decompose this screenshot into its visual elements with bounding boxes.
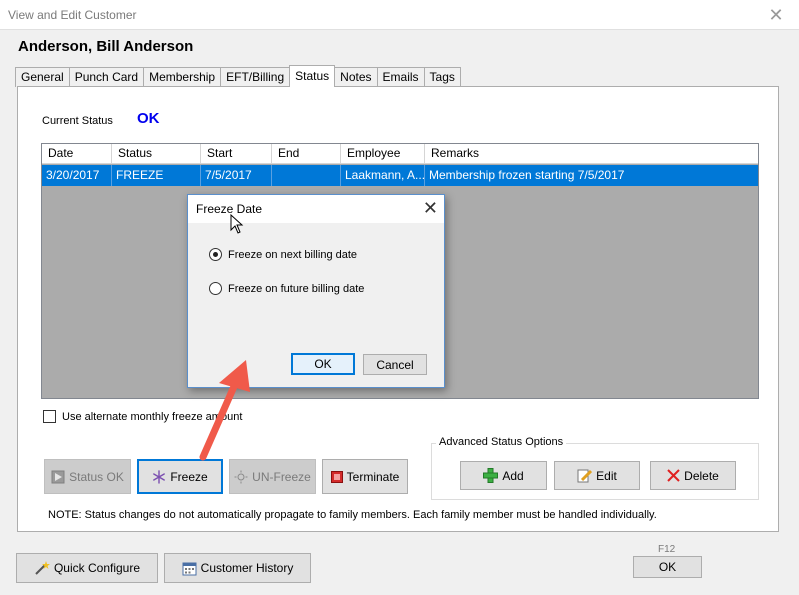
table-row[interactable]: 3/20/2017 FREEZE 7/5/2017 Laakmann, A...… [42,165,758,186]
customer-name: Anderson, Bill Anderson [18,38,194,55]
current-status-value: OK [137,110,160,127]
tab-strip: General Punch Card Membership EFT/Billin… [15,65,461,87]
cell-date: 3/20/2017 [42,165,112,186]
tab-emails[interactable]: Emails [376,67,425,87]
cell-end [272,165,341,186]
freeze-next-billing-label: Freeze on next billing date [228,248,358,261]
wand-icon [34,560,50,576]
add-button[interactable]: Add [460,461,547,490]
x-icon [667,469,680,482]
delete-button[interactable]: Delete [650,461,736,490]
terminate-label: Terminate [346,469,400,484]
dialog-close-icon[interactable]: ✕ [423,198,438,219]
pencil-icon [577,468,593,483]
column-header-start[interactable]: Start [201,144,272,164]
add-label: Add [502,468,524,483]
dialog-titlebar: Freeze Date ✕ [188,195,444,223]
stop-icon [330,470,343,483]
freeze-label: Freeze [170,469,208,484]
unfreeze-label: UN-Freeze [252,469,311,484]
column-header-employee[interactable]: Employee [341,144,425,164]
tab-tags[interactable]: Tags [423,67,461,87]
quick-configure-button[interactable]: Quick Configure [16,553,158,583]
ok-shortcut-hint: F12 [658,544,676,555]
dialog-cancel-button[interactable]: Cancel [363,354,427,375]
freeze-future-billing-label: Freeze on future billing date [228,282,365,295]
column-header-date[interactable]: Date [42,144,112,164]
edit-button[interactable]: Edit [554,461,640,490]
delete-label: Delete [684,468,719,483]
status-ok-button[interactable]: Status OK [44,459,131,494]
edit-label: Edit [596,468,617,483]
current-status-label: Current Status [42,115,113,127]
cell-start: 7/5/2017 [201,165,272,186]
cell-status: FREEZE [112,165,201,186]
cell-employee: Laakmann, A... [341,165,425,186]
sun-icon [234,470,248,484]
tab-membership[interactable]: Membership [143,67,222,87]
freeze-future-billing-option[interactable]: Freeze on future billing date [209,282,364,295]
window-close-icon[interactable]: ✕ [753,0,799,30]
cell-remarks: Membership frozen starting 7/5/2017 [429,168,625,182]
tab-status[interactable]: Status [289,65,336,87]
tab-general[interactable]: General [15,67,70,87]
terminate-button[interactable]: Terminate [322,459,408,494]
alternate-freeze-checkbox[interactable] [43,410,56,423]
freeze-date-dialog: Freeze Date ✕ Freeze on next billing dat… [187,194,445,388]
family-note: NOTE: Status changes do not automaticall… [48,509,657,521]
column-header-status[interactable]: Status [112,144,201,164]
tab-punch-card[interactable]: Punch Card [68,67,145,87]
column-header-remarks[interactable]: Remarks [425,144,758,164]
play-icon [51,470,65,484]
column-header-end[interactable]: End [272,144,341,164]
dialog-ok-button[interactable]: OK [291,353,355,375]
advanced-status-options-title: Advanced Status Options [436,436,567,448]
snowflake-icon [152,469,166,484]
grid-header: Date Status Start End Employee Remarks [42,144,758,164]
customer-history-button[interactable]: Customer History [164,553,311,583]
calendar-icon [182,561,197,576]
freeze-next-billing-radio[interactable] [209,248,222,261]
freeze-next-billing-option[interactable]: Freeze on next billing date [209,248,357,261]
freeze-button[interactable]: Freeze [137,459,223,494]
tab-eft-billing[interactable]: EFT/Billing [220,67,291,87]
customer-history-label: Customer History [200,561,294,575]
alternate-freeze-label: Use alternate monthly freeze amount [62,410,243,423]
tab-notes[interactable]: Notes [334,67,378,87]
mouse-cursor-icon [230,213,244,237]
unfreeze-button[interactable]: UN-Freeze [229,459,316,494]
alternate-freeze-checkbox-row[interactable]: Use alternate monthly freeze amount [43,410,242,423]
freeze-future-billing-radio[interactable] [209,282,222,295]
window-titlebar: View and Edit Customer ✕ [0,0,799,30]
status-ok-label: Status OK [69,469,124,484]
quick-configure-label: Quick Configure [53,561,141,575]
plus-icon [483,468,499,483]
ok-button[interactable]: OK [633,556,702,578]
window-title: View and Edit Customer [8,8,137,22]
